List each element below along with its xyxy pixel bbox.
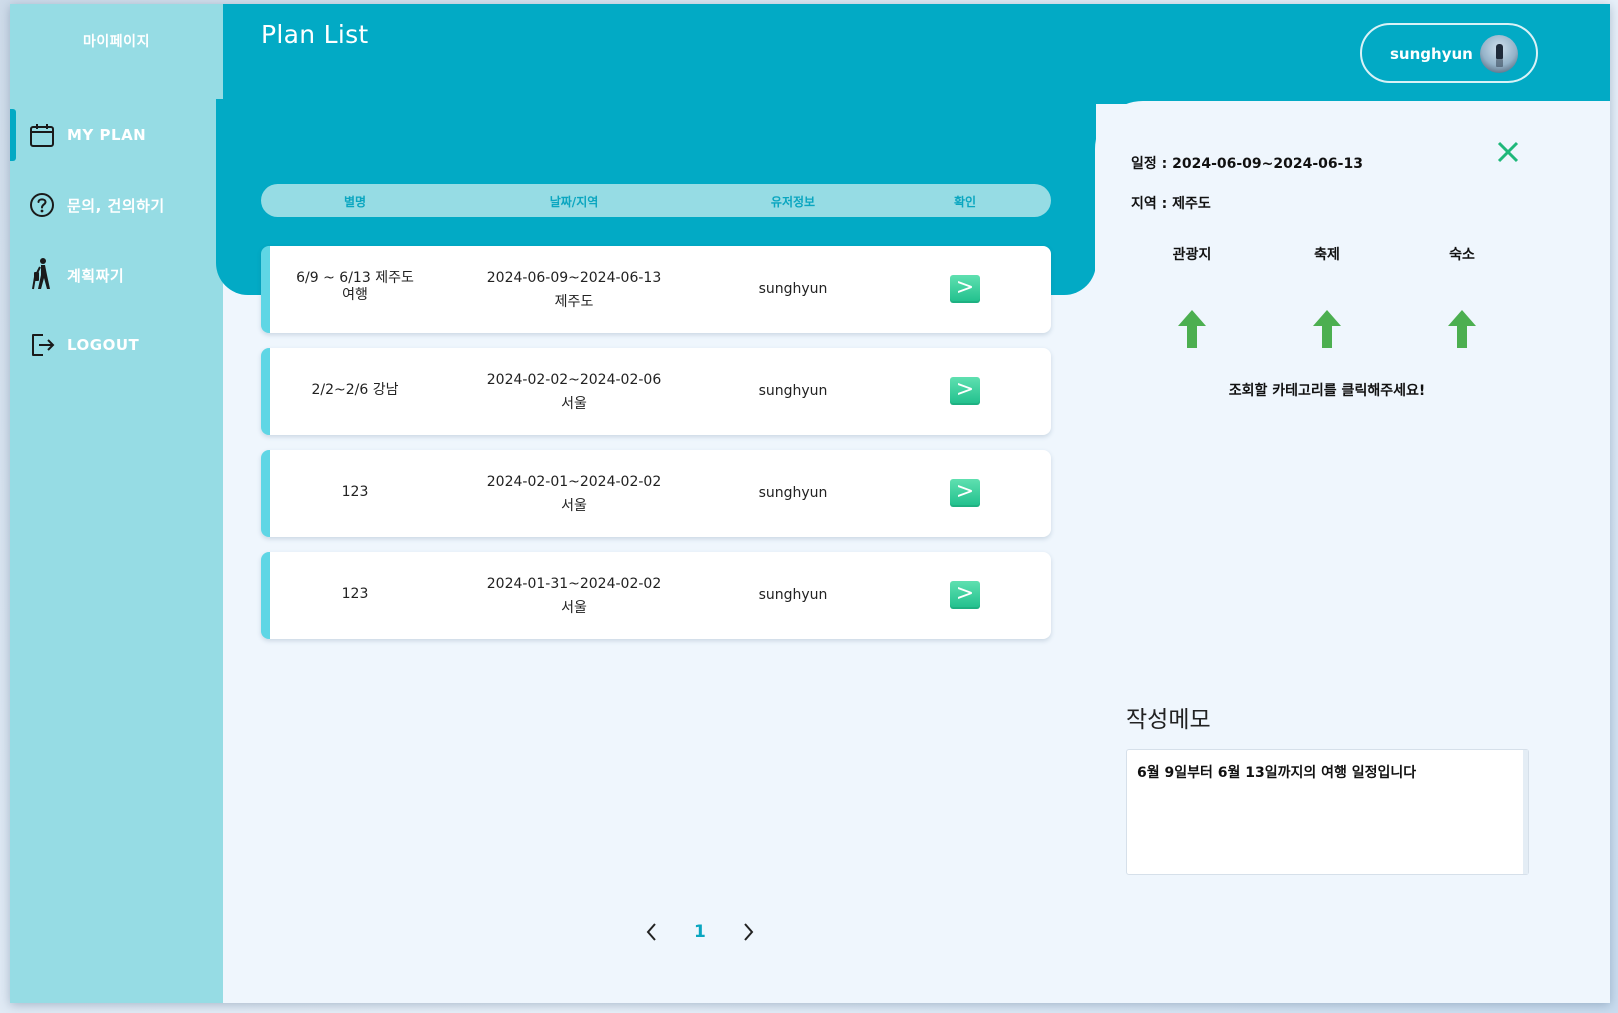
view-plan-button[interactable]: >: [950, 581, 980, 609]
hiker-icon: [28, 258, 56, 290]
memo-text: 6월 9일부터 6월 13일까지의 여행 일정입니다: [1137, 765, 1417, 781]
question-circle-icon: [28, 191, 56, 219]
sidebar-item-label: MY PLAN: [67, 126, 147, 144]
avatar: [1480, 35, 1518, 73]
memo-title: 작성메모: [1126, 707, 1211, 733]
sidebar-item-plan-maker[interactable]: 계획짜기: [10, 249, 223, 301]
view-plan-button[interactable]: >: [950, 275, 980, 303]
row-nickname: 123: [341, 586, 369, 602]
view-plan-button[interactable]: >: [950, 479, 980, 507]
row-user: sunghyun: [758, 281, 828, 297]
sidebar-item-label: 계획짜기: [67, 266, 125, 285]
category-hint: 조회할 카테고리를 클릭해주세요!: [1228, 383, 1426, 399]
user-profile-button[interactable]: sunghyun: [1360, 23, 1538, 83]
memo-textarea[interactable]: 6월 9일부터 6월 13일까지의 여행 일정입니다: [1126, 749, 1529, 875]
table-row[interactable]: 123 2024-02-01~2024-02-02 서울 sunghyun >: [261, 450, 1051, 537]
sidebar-item-logout[interactable]: LOGOUT: [10, 319, 223, 371]
arrow-up-icon: [1176, 308, 1208, 350]
next-page-arrow-icon[interactable]: [736, 920, 760, 944]
sidebar-item-inquiry[interactable]: 문의, 건의하기: [10, 179, 223, 231]
view-plan-button[interactable]: >: [950, 377, 980, 405]
logout-icon: [28, 331, 56, 359]
sidebar-item-label: 문의, 건의하기: [67, 196, 165, 215]
row-user: sunghyun: [758, 587, 828, 603]
sidebar-brand[interactable]: 마이페이지: [10, 31, 223, 51]
row-date-region: 2024-02-02~2024-02-06 서울: [486, 372, 662, 412]
column-header-user: 유저정보: [770, 195, 816, 209]
calendar-icon: [28, 121, 56, 149]
app-window: 마이페이지 MY PLAN 문의, 건의하기 계획짜기 LOGOUT Plan …: [10, 4, 1610, 1003]
page-number-current[interactable]: 1: [694, 922, 706, 942]
sidebar: 마이페이지 MY PLAN 문의, 건의하기 계획짜기 LOGOUT: [10, 4, 223, 1003]
category-tourist-spot[interactable]: 관광지: [1173, 244, 1212, 264]
table-header: 별명 날짜/지역 유저정보 확인: [261, 184, 1051, 217]
column-header-date-region: 날짜/지역: [549, 195, 599, 209]
column-header-confirm: 확인: [953, 195, 977, 209]
table-row[interactable]: 123 2024-01-31~2024-02-02 서울 sunghyun >: [261, 552, 1051, 639]
table-row[interactable]: 2/2~2/6 강남 2024-02-02~2024-02-06 서울 sungh…: [261, 348, 1051, 435]
row-nickname: 2/2~2/6 강남: [311, 382, 399, 398]
column-header-nickname: 별명: [343, 195, 367, 209]
arrow-up-icon: [1446, 308, 1478, 350]
arrow-up-icon: [1311, 308, 1343, 350]
row-user: sunghyun: [758, 485, 828, 501]
category-festival[interactable]: 축제: [1314, 244, 1340, 264]
detail-schedule: 일정 : 2024-06-09~2024-06-13: [1131, 156, 1363, 172]
page-title: Plan List: [261, 20, 369, 49]
prev-page-arrow-icon[interactable]: [640, 920, 664, 944]
row-nickname: 123: [341, 484, 369, 500]
close-icon[interactable]: [1495, 139, 1521, 165]
row-date-region: 2024-01-31~2024-02-02 서울: [486, 576, 662, 616]
sidebar-item-label: LOGOUT: [67, 336, 140, 354]
row-date-region: 2024-02-01~2024-02-02 서울: [486, 474, 662, 514]
user-name: sunghyun: [1390, 45, 1473, 63]
category-lodging[interactable]: 숙소: [1449, 244, 1475, 264]
row-user: sunghyun: [758, 383, 828, 399]
row-nickname: 6/9 ~ 6/13 제주도 여행: [296, 270, 414, 303]
detail-region: 지역 : 제주도: [1131, 196, 1211, 212]
row-date-region: 2024-06-09~2024-06-13 제주도: [486, 270, 662, 310]
table-row[interactable]: 6/9 ~ 6/13 제주도 여행 2024-06-09~2024-06-13 제주…: [261, 246, 1051, 333]
sidebar-item-my-plan[interactable]: MY PLAN: [10, 109, 223, 161]
